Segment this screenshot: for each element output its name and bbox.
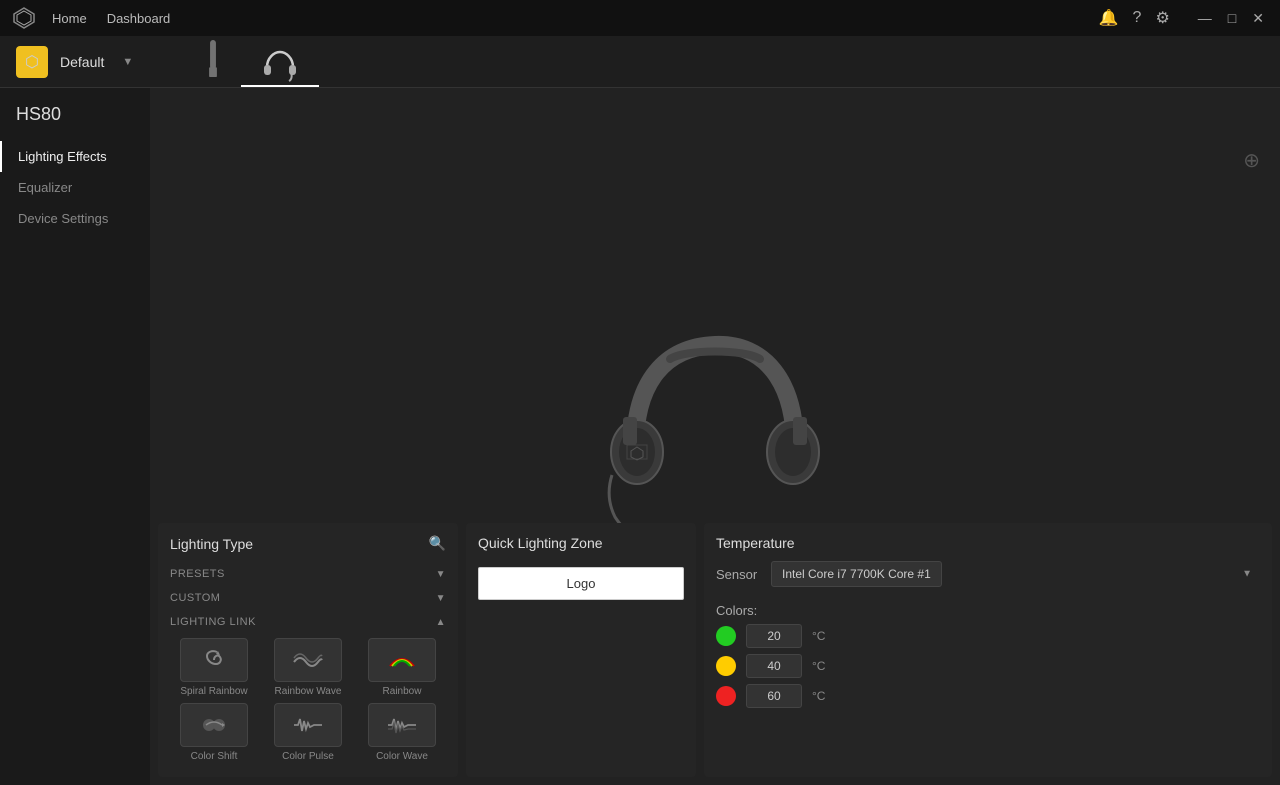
titlebar-actions: 🔔 ? ⚙: [1099, 8, 1170, 28]
sidebar-item-device-settings[interactable]: Device Settings: [0, 203, 150, 234]
effect-grid: Spiral Rainbow Rainbow Wave: [170, 638, 446, 765]
custom-section[interactable]: CUSTOM ▼: [170, 586, 446, 610]
sidebar-item-equalizer[interactable]: Equalizer: [0, 172, 150, 203]
custom-label: CUSTOM: [170, 592, 220, 604]
color-shift-btn[interactable]: [180, 703, 248, 747]
temp-unit-yellow: °C: [812, 659, 825, 673]
temp-unit-red: °C: [812, 689, 825, 703]
nav-dashboard[interactable]: Dashboard: [107, 11, 171, 26]
temp-input-yellow[interactable]: [746, 654, 802, 678]
effect-rainbow-wave[interactable]: Rainbow Wave: [264, 638, 352, 697]
color-pulse-label: Color Pulse: [282, 751, 334, 762]
temp-unit-green: °C: [812, 629, 825, 643]
presets-section[interactable]: PRESETS ▼: [170, 562, 446, 586]
temperature-header: Temperature: [716, 535, 1260, 551]
profile-name: Default: [60, 54, 104, 70]
search-icon[interactable]: 🔍: [429, 535, 446, 552]
colors-label: Colors:: [716, 603, 1260, 618]
effect-spiral-rainbow[interactable]: Spiral Rainbow: [170, 638, 258, 697]
profile-icon: ⬡: [16, 46, 48, 78]
maximize-button[interactable]: □: [1224, 10, 1240, 27]
color-row-yellow: °C: [716, 654, 1260, 678]
logo-zone-button[interactable]: Logo: [478, 567, 684, 600]
color-pulse-btn[interactable]: [274, 703, 342, 747]
quick-lighting-title: Quick Lighting Zone: [478, 535, 603, 551]
titlebar-nav: Home Dashboard: [52, 11, 1083, 26]
minimize-button[interactable]: —: [1194, 10, 1216, 27]
sensor-chevron-icon: ▼: [1242, 569, 1252, 580]
rainbow-wave-label: Rainbow Wave: [275, 686, 342, 697]
sidebar-item-lighting-effects[interactable]: Lighting Effects: [0, 141, 150, 172]
device-tabs: [185, 36, 319, 87]
lighting-link-section[interactable]: LIGHTING LINK ▲: [170, 610, 446, 634]
color-dot-green[interactable]: [716, 626, 736, 646]
profile-chevron-icon[interactable]: ▼: [122, 56, 133, 68]
color-dot-red[interactable]: [716, 686, 736, 706]
color-row-green: °C: [716, 624, 1260, 648]
lighting-link-chevron-icon: ▲: [436, 617, 446, 628]
window-controls: — □ ✕: [1194, 10, 1268, 27]
sensor-select[interactable]: Intel Core i7 7700K Core #1: [771, 561, 942, 587]
spiral-rainbow-btn[interactable]: [180, 638, 248, 682]
color-wave-btn[interactable]: [368, 703, 436, 747]
quick-lighting-header: Quick Lighting Zone: [478, 535, 684, 551]
color-shift-label: Color Shift: [191, 751, 238, 762]
help-icon[interactable]: ?: [1133, 9, 1142, 27]
effect-color-wave[interactable]: Color Wave: [358, 703, 446, 762]
spiral-rainbow-label: Spiral Rainbow: [180, 686, 247, 697]
center-view: ⊕ ⊕ Lighting Type 🔍 PRESETS ▼ C: [150, 88, 1280, 785]
main-content: HS80 Lighting Effects Equalizer Device S…: [0, 88, 1280, 785]
rainbow-label: Rainbow: [383, 686, 422, 697]
effect-color-pulse[interactable]: Color Pulse: [264, 703, 352, 762]
temperature-panel: Temperature Sensor Intel Core i7 7700K C…: [704, 523, 1272, 777]
effect-rainbow[interactable]: Rainbow: [358, 638, 446, 697]
rainbow-wave-btn[interactable]: [274, 638, 342, 682]
sensor-wrapper: Intel Core i7 7700K Core #1 ▼: [771, 561, 1260, 587]
bottom-panels: Lighting Type 🔍 PRESETS ▼ CUSTOM ▼: [150, 515, 1280, 785]
color-row-red: °C: [716, 684, 1260, 708]
color-dot-yellow[interactable]: [716, 656, 736, 676]
close-button[interactable]: ✕: [1248, 10, 1268, 27]
sensor-label: Sensor: [716, 567, 761, 582]
device-title: HS80: [0, 104, 150, 141]
presets-label: PRESETS: [170, 568, 225, 580]
right-hint-icon-top: ⊕: [1243, 148, 1260, 173]
settings-icon[interactable]: ⚙: [1155, 8, 1169, 28]
presets-chevron-icon: ▼: [436, 569, 446, 580]
temp-input-red[interactable]: [746, 684, 802, 708]
lighting-scroll[interactable]: PRESETS ▼ CUSTOM ▼ LIGHTING LINK ▲: [170, 562, 446, 765]
temperature-title: Temperature: [716, 535, 795, 551]
titlebar: Home Dashboard 🔔 ? ⚙ — □ ✕: [0, 0, 1280, 36]
lighting-type-header: Lighting Type 🔍: [170, 535, 446, 552]
profilebar: ⬡ Default ▼: [0, 36, 1280, 88]
lighting-type-title: Lighting Type: [170, 536, 253, 552]
quick-lighting-panel: Quick Lighting Zone Logo: [466, 523, 696, 777]
color-wave-label: Color Wave: [376, 751, 428, 762]
nav-home[interactable]: Home: [52, 11, 87, 26]
lighting-link-label: LIGHTING LINK: [170, 616, 256, 628]
app-logo: [12, 6, 36, 30]
sensor-row: Sensor Intel Core i7 7700K Core #1 ▼: [716, 561, 1260, 587]
custom-chevron-icon: ▼: [436, 593, 446, 604]
notification-icon[interactable]: 🔔: [1099, 8, 1119, 28]
device-tab-headset[interactable]: [241, 36, 319, 87]
temp-input-green[interactable]: [746, 624, 802, 648]
rainbow-btn[interactable]: [368, 638, 436, 682]
device-tab-dongle[interactable]: [185, 36, 241, 87]
lighting-type-panel: Lighting Type 🔍 PRESETS ▼ CUSTOM ▼: [158, 523, 458, 777]
sidebar: HS80 Lighting Effects Equalizer Device S…: [0, 88, 150, 785]
effect-color-shift[interactable]: Color Shift: [170, 703, 258, 762]
